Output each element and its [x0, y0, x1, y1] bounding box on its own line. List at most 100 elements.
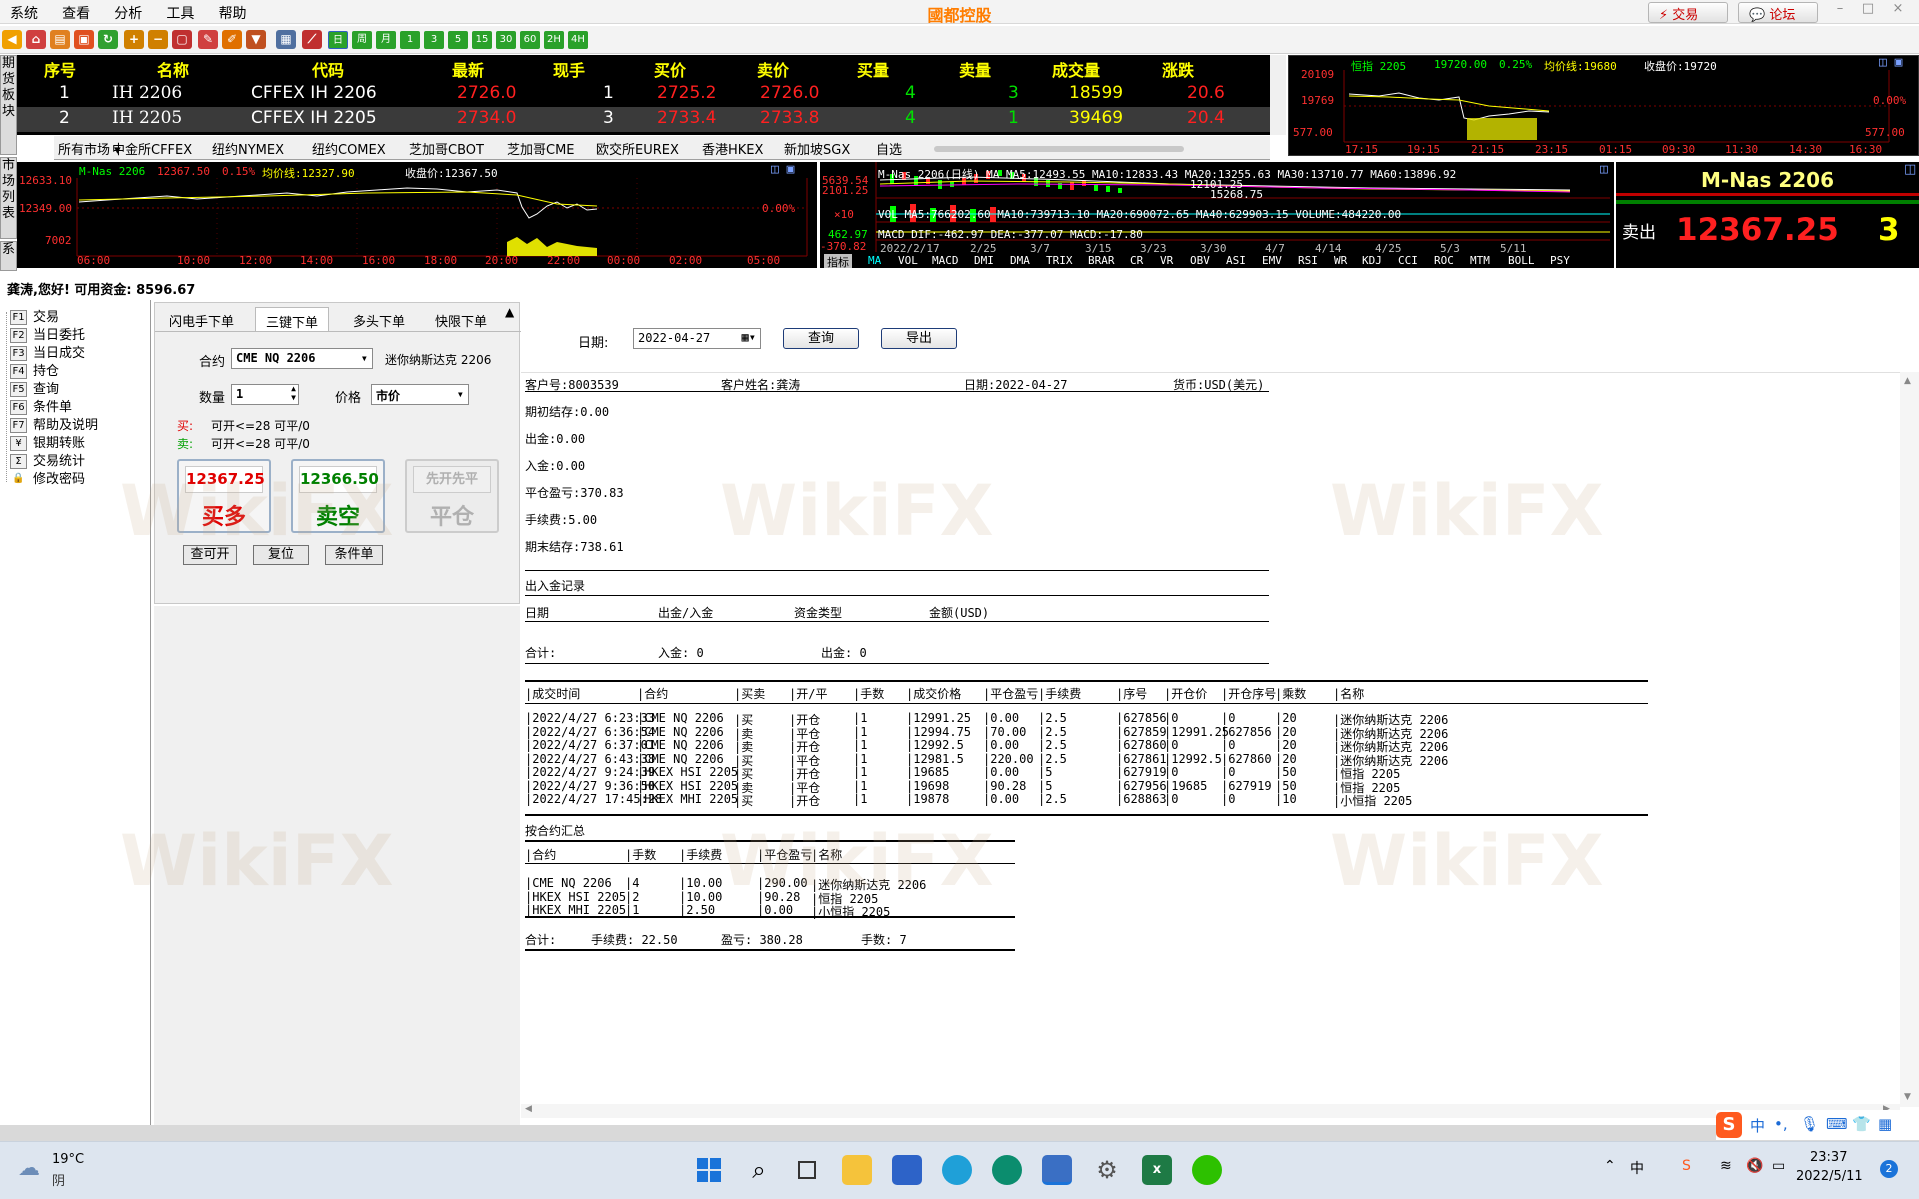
indicator-tab-macd[interactable]: MACD: [932, 254, 959, 267]
file-explorer-icon[interactable]: [842, 1155, 872, 1185]
buy-long-button[interactable]: 12367.25 买多: [177, 459, 271, 533]
zoom-out-icon[interactable]: −: [148, 30, 168, 49]
period-30m[interactable]: 30: [496, 31, 516, 49]
col-bidvol[interactable]: 买量: [857, 57, 889, 81]
tab-cme[interactable]: 芝加哥CME: [507, 139, 575, 158]
report-horizontal-scrollbar[interactable]: ◀ ▶: [521, 1104, 1900, 1118]
quote-scrollbar[interactable]: [1270, 55, 1286, 135]
col-name[interactable]: 名称: [157, 57, 189, 81]
chart-icon[interactable]: ⟋: [302, 30, 322, 49]
filter-icon[interactable]: ▼: [246, 30, 266, 49]
col-ask[interactable]: 卖价: [757, 57, 789, 81]
period-1m[interactable]: 1: [400, 31, 420, 49]
grid-menu-icon[interactable]: ▦: [1878, 1115, 1892, 1133]
notification-badge[interactable]: 2: [1880, 1160, 1898, 1178]
tab-nymex[interactable]: 纽约NYMEX: [212, 139, 284, 158]
indicator-tab-trix[interactable]: TRIX: [1046, 254, 1073, 267]
col-last[interactable]: 最新: [452, 57, 484, 81]
indicator-tab-cci[interactable]: CCI: [1398, 254, 1418, 267]
query-button[interactable]: 查询: [783, 328, 859, 349]
trading-app-icon[interactable]: [1042, 1155, 1072, 1185]
market-tabs-scroll[interactable]: [934, 146, 1184, 152]
wifi-icon[interactable]: ≋: [1720, 1158, 1732, 1174]
indicator-tab-emv[interactable]: EMV: [1262, 254, 1282, 267]
col-volume[interactable]: 成交量: [1052, 57, 1100, 81]
tray-chevron-up-icon[interactable]: ⌃: [1604, 1158, 1616, 1174]
edge-icon[interactable]: [942, 1155, 972, 1185]
pen-icon[interactable]: ✎: [198, 30, 218, 49]
close-position-button[interactable]: 先开先平 平仓: [405, 459, 499, 533]
weather-cloud-icon[interactable]: ☁: [18, 1156, 40, 1181]
menu-tools[interactable]: 工具: [156, 0, 204, 26]
calendar-icon[interactable]: ▦▾: [742, 330, 756, 344]
tab-futures-board[interactable]: 期货板块: [0, 55, 17, 155]
indicator-tab-vol[interactable]: VOL: [898, 254, 918, 267]
qty-stepper[interactable]: 1 ▲ ▼: [231, 384, 299, 405]
indicator-tab-ma[interactable]: MA: [868, 254, 881, 267]
date-picker[interactable]: 2022-04-27 ▦▾: [633, 328, 761, 349]
clock-time[interactable]: 23:37: [1810, 1150, 1847, 1165]
tray-ime-icon[interactable]: 中: [1630, 1158, 1644, 1178]
indicator-tab-boll[interactable]: BOLL: [1508, 254, 1535, 267]
search-icon[interactable]: ⌕: [744, 1155, 774, 1185]
indicator-tab-dma[interactable]: DMA: [1010, 254, 1030, 267]
hsi-intraday-chart[interactable]: 恒指 2205 19720.00 0.25% 均价线:19680 收盘价:197…: [1288, 55, 1919, 156]
tab-long-order[interactable]: 多头下单: [343, 307, 415, 331]
tab-comex[interactable]: 纽约COMEX: [312, 139, 386, 158]
nav-conditional-orders[interactable]: F6 条件单: [10, 396, 72, 415]
brush-icon[interactable]: ✐: [222, 30, 242, 49]
menu-system[interactable]: 系统: [0, 0, 48, 26]
start-windows-icon[interactable]: [694, 1155, 724, 1185]
period-2h[interactable]: 2H: [544, 31, 564, 49]
indicator-tab-brar[interactable]: BRAR: [1088, 254, 1115, 267]
indicator-tab-mtm[interactable]: MTM: [1470, 254, 1490, 267]
indicator-tab-obv[interactable]: OBV: [1190, 254, 1210, 267]
col-index[interactable]: 序号: [44, 57, 76, 81]
contract-select[interactable]: CME NQ 2206 ▾: [231, 348, 373, 369]
col-askvol[interactable]: 卖量: [959, 57, 991, 81]
period-5m[interactable]: 5: [448, 31, 468, 49]
layout-toggle-icon[interactable]: ◫ ▣: [771, 162, 794, 177]
refresh-icon[interactable]: ↻: [98, 30, 118, 49]
edge-beta-icon[interactable]: [992, 1155, 1022, 1185]
battery-icon[interactable]: ▭: [1772, 1158, 1785, 1174]
tab-watchlist[interactable]: 自选: [876, 139, 902, 158]
indicator-tab-wr[interactable]: WR: [1334, 254, 1347, 267]
conditional-order-button[interactable]: 条件单: [325, 545, 383, 565]
period-15m[interactable]: 15: [472, 31, 492, 49]
zoom-in-icon[interactable]: +: [124, 30, 144, 49]
settings-gear-icon[interactable]: ⚙: [1092, 1155, 1122, 1185]
wechat-icon[interactable]: [1192, 1155, 1222, 1185]
indicator-tab-roc[interactable]: ROC: [1434, 254, 1454, 267]
tab-three-key-order[interactable]: 三键下单: [255, 307, 330, 331]
clock-date[interactable]: 2022/5/11: [1796, 1169, 1863, 1184]
indicator-tab-kdj[interactable]: KDJ: [1362, 254, 1382, 267]
period-day[interactable]: 日: [328, 31, 348, 49]
excel-icon[interactable]: x: [1142, 1155, 1172, 1185]
tab-cbot[interactable]: 芝加哥CBOT: [409, 139, 484, 158]
nav-bank-transfer[interactable]: ¥ 银期转账: [10, 432, 85, 451]
maximize-button[interactable]: □: [1854, 0, 1882, 20]
reset-button[interactable]: 复位: [253, 545, 309, 565]
indicator-tab-vr[interactable]: VR: [1160, 254, 1173, 267]
task-view-icon[interactable]: [792, 1155, 822, 1185]
period-4h[interactable]: 4H: [568, 31, 588, 49]
menu-view[interactable]: 查看: [52, 0, 100, 26]
sogou-ime-icon[interactable]: S: [1716, 1112, 1742, 1138]
tab-system[interactable]: 系: [0, 241, 17, 271]
tab-hkex[interactable]: 香港HKEX: [702, 139, 763, 158]
menu-analysis[interactable]: 分析: [104, 0, 152, 26]
period-60m[interactable]: 60: [520, 31, 540, 49]
mnas-daily-chart[interactable]: M-Nas 2206(日线) MA MA5:12493.55 MA10:1283…: [820, 162, 1614, 268]
col-change[interactable]: 涨跌: [1162, 57, 1194, 81]
period-3m[interactable]: 3: [424, 31, 444, 49]
nav-today-trades[interactable]: F3 当日成交: [10, 342, 85, 361]
period-month[interactable]: 月: [376, 31, 396, 49]
indicator-tab-asi[interactable]: ASI: [1226, 254, 1246, 267]
store-icon[interactable]: [892, 1155, 922, 1185]
tab-flash-order[interactable]: 闪电手下单: [159, 307, 244, 331]
sell-short-button[interactable]: 12366.50 卖空: [291, 459, 385, 533]
indicator-tab-cr[interactable]: CR: [1130, 254, 1143, 267]
scroll-left-icon[interactable]: ◀: [525, 1104, 532, 1114]
scroll-down-icon[interactable]: ▼: [1904, 1092, 1911, 1102]
